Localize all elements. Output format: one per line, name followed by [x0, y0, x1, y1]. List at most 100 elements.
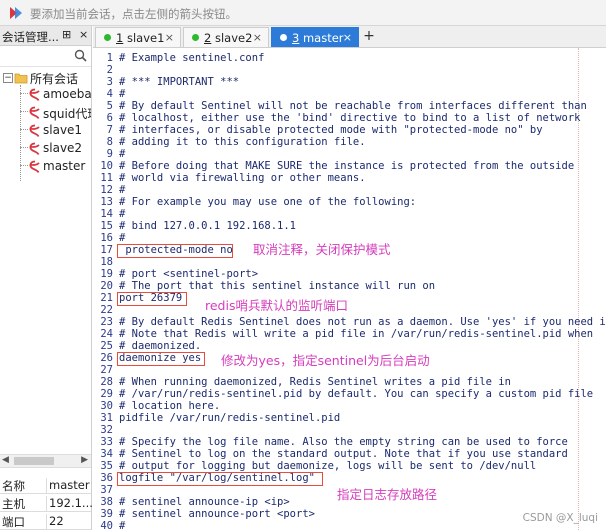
- pin-icon[interactable]: ⊞: [62, 28, 71, 41]
- annotation-daemonize: 修改为yes，指定sentinel为后台启动: [221, 353, 430, 368]
- line-text: #: [119, 520, 126, 532]
- line-text: # /var/run/redis-sentinel.pid by default…: [119, 388, 594, 400]
- line-number: 19: [100, 268, 113, 280]
- line-number: 23: [100, 316, 113, 328]
- tab-number: 2: [204, 31, 212, 45]
- session-tree-scrollbar[interactable]: ◀ ▶: [0, 454, 91, 468]
- property-key: 主机: [2, 497, 25, 511]
- tree-item-amoeba[interactable]: amoeba: [0, 86, 92, 104]
- session-icon: [29, 142, 40, 155]
- tab-slave2[interactable]: 2 slave2 ×: [183, 27, 269, 47]
- close-icon[interactable]: ×: [79, 28, 88, 41]
- scroll-right-icon[interactable]: ▶: [81, 455, 88, 465]
- line-number: 31: [100, 412, 113, 424]
- line-text: # *** IMPORTANT ***: [119, 76, 240, 88]
- highlight-daemonize: [117, 352, 205, 366]
- line-text: #: [119, 232, 126, 244]
- tree-item-squid[interactable]: squid代理: [0, 104, 91, 122]
- line-text: # daemonized.: [119, 340, 202, 352]
- line-number: 10: [100, 160, 113, 172]
- collapse-icon[interactable]: −: [3, 73, 13, 83]
- session-manager-header: 会话管理... ⊞ ×: [0, 26, 91, 46]
- tree-item-master[interactable]: master: [0, 158, 91, 176]
- tab-label: slave1: [126, 31, 165, 45]
- property-key: 名称: [2, 479, 25, 493]
- line-number: 25: [100, 340, 113, 352]
- session-icon: [29, 124, 40, 137]
- line-number: 8: [106, 136, 113, 148]
- line-text: # The port that this sentinel instance w…: [119, 280, 436, 292]
- scrollbar-thumb[interactable]: [14, 457, 54, 465]
- session-icon: [29, 106, 40, 119]
- property-value: 22: [46, 514, 64, 530]
- line-number: 5: [106, 100, 113, 112]
- line-text: # By default Redis Sentinel does not run…: [119, 316, 606, 328]
- line-number: 38: [100, 496, 113, 508]
- highlight-port: [117, 292, 187, 306]
- property-value: master: [46, 478, 90, 494]
- line-number: 22: [100, 304, 113, 316]
- property-row: 端口 22: [0, 512, 91, 530]
- line-number: 3: [106, 76, 113, 88]
- tab-label: master: [302, 31, 344, 45]
- tree-item-label: slave2: [43, 141, 83, 155]
- property-key: 端口: [2, 515, 25, 529]
- line-text: # When running daemonized, Redis Sentine…: [119, 376, 511, 388]
- line-text: # world via firewalling or other means.: [119, 172, 366, 184]
- tab-slave1[interactable]: 1 slave1 ×: [95, 27, 181, 47]
- search-icon[interactable]: [74, 49, 87, 62]
- tree-item-label: amoeba: [43, 87, 92, 101]
- line-number: 13: [100, 196, 113, 208]
- close-tab-icon[interactable]: ×: [165, 31, 174, 44]
- session-hint-text: 要添加当前会话，点击左侧的箭头按钮。: [30, 7, 237, 21]
- annotation-port: redis哨兵默认的监听端口: [205, 298, 348, 313]
- line-text: # interfaces, or disable protected mode …: [119, 124, 543, 136]
- tree-item-label: squid代理: [43, 107, 91, 121]
- line-text: #: [119, 88, 126, 100]
- line-number: 15: [100, 220, 113, 232]
- line-number: 35: [100, 460, 113, 472]
- line-text: #: [119, 208, 126, 220]
- line-text: #: [119, 184, 126, 196]
- session-icon: [29, 88, 40, 101]
- line-number: 30: [100, 400, 113, 412]
- line-number: 4: [106, 88, 113, 100]
- connection-status-dot: [192, 34, 199, 41]
- tree-item-slave2[interactable]: slave2: [0, 140, 91, 158]
- property-value: 192.1...: [46, 496, 93, 512]
- close-tab-icon[interactable]: ×: [343, 31, 352, 44]
- tab-master[interactable]: 3 master ×: [271, 27, 359, 47]
- xshell-logo-icon[interactable]: [8, 5, 24, 21]
- tab-number: 3: [292, 31, 300, 45]
- line-number: 34: [100, 448, 113, 460]
- close-tab-icon[interactable]: ×: [253, 31, 262, 44]
- line-text: #: [119, 148, 126, 160]
- line-text: # Example sentinel.conf: [119, 52, 265, 64]
- line-text: pidfile /var/run/redis-sentinel.pid: [119, 412, 341, 424]
- line-text: # Specify the log file name. Also the em…: [119, 436, 568, 448]
- line-text: # localhost, either use the 'bind' direc…: [119, 112, 581, 124]
- line-text: # For example you may use one of the fol…: [119, 196, 417, 208]
- line-number: 29: [100, 388, 113, 400]
- line-text: # adding it to this configuration file.: [119, 136, 366, 148]
- tree-root-all-sessions[interactable]: − 所有会话: [0, 69, 91, 87]
- line-text: # bind 127.0.0.1 192.168.1.1: [119, 220, 297, 232]
- line-text: # By default Sentinel will not be reacha…: [119, 100, 587, 112]
- tree-item-label: master: [43, 159, 86, 173]
- line-number: 14: [100, 208, 113, 220]
- new-tab-button[interactable]: +: [361, 27, 377, 47]
- terminal-editor[interactable]: 1 # Example sentinel.conf 2 3 # *** IMPORTAN…: [93, 48, 606, 532]
- scroll-left-icon[interactable]: ◀: [2, 455, 9, 465]
- tree-item-label: slave1: [43, 123, 83, 137]
- watermark: CSDN @X_luqi: [522, 512, 598, 524]
- line-number: 28: [100, 376, 113, 388]
- line-number: 18: [100, 256, 113, 268]
- line-number: 7: [106, 124, 113, 136]
- annotation-protected-mode: 取消注释，关闭保护模式: [253, 242, 391, 257]
- connection-status-dot: [280, 34, 287, 41]
- line-text: # Note that Redis will write a pid file …: [119, 328, 594, 340]
- tree-item-slave1[interactable]: slave1: [0, 122, 91, 140]
- tab-number: 1: [116, 31, 124, 45]
- session-search-bar[interactable]: [0, 46, 91, 67]
- session-hint-bar: 要添加当前会话，点击左侧的箭头按钮。: [0, 0, 606, 26]
